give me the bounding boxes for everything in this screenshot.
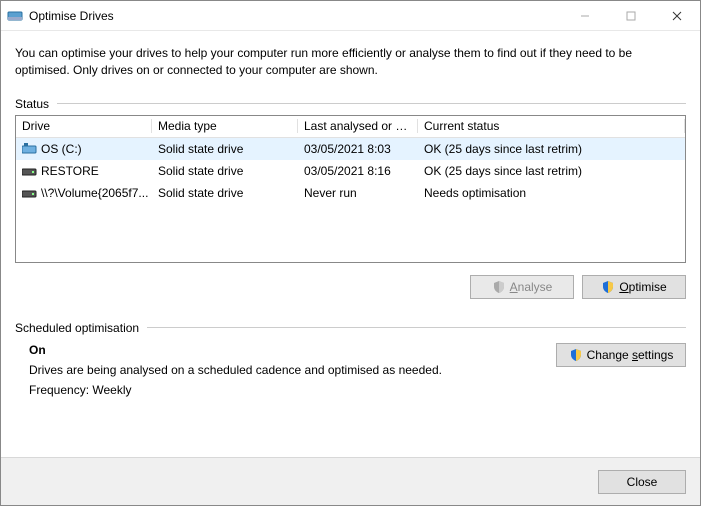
drive-icon <box>22 165 37 177</box>
scheduled-body: On Drives are being analysed on a schedu… <box>15 339 686 403</box>
table-row[interactable]: RESTORE Solid state drive03/05/2021 8:16O… <box>16 160 685 182</box>
drive-last: 03/05/2021 8:03 <box>298 142 418 156</box>
app-icon <box>7 8 23 24</box>
optimise-label: Optimise <box>619 280 666 294</box>
close-button[interactable] <box>654 1 700 31</box>
intro-text: You can optimise your drives to help you… <box>15 45 686 79</box>
maximize-button[interactable] <box>608 1 654 31</box>
drive-media: Solid state drive <box>152 164 298 178</box>
drive-icon <box>22 187 37 199</box>
scheduled-section-label: Scheduled optimisation <box>15 321 686 335</box>
divider <box>147 327 686 328</box>
close-label: Close <box>627 475 658 489</box>
titlebar: Optimise Drives <box>1 1 700 31</box>
close-footer-button[interactable]: Close <box>598 470 686 494</box>
drive-last: 03/05/2021 8:16 <box>298 164 418 178</box>
content-area: You can optimise your drives to help you… <box>1 31 700 457</box>
drive-status: OK (25 days since last retrim) <box>418 142 685 156</box>
col-drive[interactable]: Drive <box>16 119 152 133</box>
os-drive-icon <box>22 143 37 155</box>
status-label-text: Status <box>15 97 49 111</box>
scheduled-freq: Frequency: Weekly <box>29 383 556 397</box>
table-row[interactable]: OS (C:) Solid state drive03/05/2021 8:03O… <box>16 138 685 160</box>
minimize-button[interactable] <box>562 1 608 31</box>
scheduled-label-text: Scheduled optimisation <box>15 321 139 335</box>
drive-name: RESTORE <box>41 164 99 178</box>
shield-icon <box>569 348 583 362</box>
scheduled-on: On <box>29 343 556 357</box>
drive-name: \\?\Volume{2065f7... <box>41 186 148 200</box>
drives-listview[interactable]: Drive Media type Last analysed or o... C… <box>15 115 686 263</box>
drive-status: Needs optimisation <box>418 186 685 200</box>
action-buttons-row: Analyse Optimise <box>15 275 686 299</box>
table-row[interactable]: \\?\Volume{2065f7... Solid state driveNev… <box>16 182 685 204</box>
change-settings-label: Change settings <box>587 348 674 362</box>
col-last[interactable]: Last analysed or o... <box>298 119 418 133</box>
column-headers[interactable]: Drive Media type Last analysed or o... C… <box>16 116 685 138</box>
drive-media: Solid state drive <box>152 186 298 200</box>
change-settings-button[interactable]: Change settings <box>556 343 686 367</box>
shield-icon <box>492 280 506 294</box>
drive-name: OS (C:) <box>41 142 82 156</box>
shield-icon <box>601 280 615 294</box>
drive-media: Solid state drive <box>152 142 298 156</box>
divider <box>57 103 686 104</box>
optimise-button[interactable]: Optimise <box>582 275 686 299</box>
status-section-label: Status <box>15 97 686 111</box>
col-status[interactable]: Current status <box>418 119 685 133</box>
col-media[interactable]: Media type <box>152 119 298 133</box>
drive-last: Never run <box>298 186 418 200</box>
analyse-label: Analyse <box>510 280 553 294</box>
analyse-button[interactable]: Analyse <box>470 275 574 299</box>
footer: Close <box>1 457 700 505</box>
scheduled-desc: Drives are being analysed on a scheduled… <box>29 363 556 377</box>
drive-status: OK (25 days since last retrim) <box>418 164 685 178</box>
window-title: Optimise Drives <box>29 9 114 23</box>
